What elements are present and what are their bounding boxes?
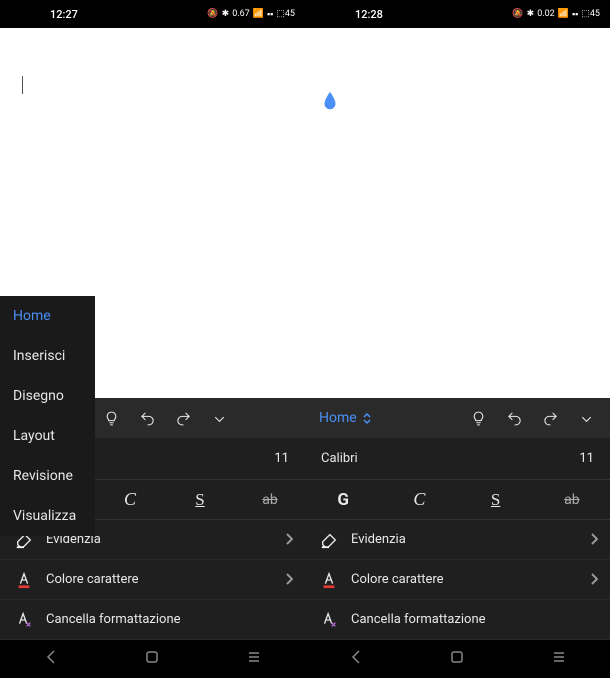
font-color-row[interactable]: Colore carattere <box>0 560 305 600</box>
system-navbar <box>0 640 610 678</box>
clear-format-label: Cancella formattazione <box>351 612 598 627</box>
sidebar-label: Visualizza <box>13 508 76 524</box>
home-button[interactable] <box>449 649 465 669</box>
status-icons-right: 🔕✱0.02📶▪▪⬚45 <box>512 9 600 20</box>
highlight-icon <box>317 531 341 549</box>
font-color-label: Colore carattere <box>46 572 285 587</box>
italic-button[interactable]: C <box>399 489 439 510</box>
sidebar-item-layout[interactable]: Layout <box>0 416 95 456</box>
font-size: 11 <box>274 451 289 466</box>
ribbon-tab-menu: Home Inserisci Disegno Layout Revisione … <box>0 296 95 536</box>
recents-button[interactable] <box>551 649 567 669</box>
recents-button[interactable] <box>246 649 262 669</box>
sidebar-item-disegno[interactable]: Disegno <box>0 376 95 416</box>
redo-button[interactable] <box>534 402 566 434</box>
sidebar-label: Home <box>13 308 51 324</box>
strike-button[interactable]: ab <box>250 492 290 508</box>
font-size: 11 <box>579 451 594 466</box>
chevron-right-icon <box>590 570 598 589</box>
clear-format-label: Cancella formattazione <box>46 612 293 627</box>
text-cursor <box>22 76 23 94</box>
tell-me-button[interactable] <box>462 402 494 434</box>
status-time-left: 12:27 <box>50 8 78 21</box>
font-color-row[interactable]: Colore carattere <box>305 560 610 600</box>
undo-button[interactable] <box>498 402 530 434</box>
updown-icon <box>363 413 371 424</box>
ribbon-tab-label: Home <box>319 410 357 426</box>
undo-button[interactable] <box>131 402 163 434</box>
more-button[interactable] <box>203 402 235 434</box>
sidebar-item-home[interactable]: Home <box>0 296 95 336</box>
status-time-right: 12:28 <box>355 8 383 21</box>
status-icons-left: 🔕✱0.67📶▪▪⬚45 <box>207 9 295 20</box>
font-row[interactable]: Calibri 11 <box>305 438 610 480</box>
italic-button[interactable]: C <box>110 489 150 510</box>
ribbon-tab-selector[interactable]: Home <box>319 410 371 426</box>
sidebar-item-revisione[interactable]: Revisione <box>0 456 95 496</box>
format-panel-right: Home Calibri 11 G C S ab Evidenzia Color <box>305 398 610 640</box>
chevron-right-icon <box>285 570 293 589</box>
bold-button[interactable]: G <box>323 490 363 510</box>
sidebar-label: Disegno <box>13 388 64 404</box>
underline-button[interactable]: S <box>180 490 220 510</box>
sidebar-label: Layout <box>13 428 55 444</box>
sidebar-label: Revisione <box>13 468 73 484</box>
sidebar-label: Inserisci <box>13 348 65 364</box>
redo-button[interactable] <box>167 402 199 434</box>
status-bar: 12:27 🔕✱0.67📶▪▪⬚45 12:28 🔕✱0.02📶▪▪⬚45 <box>0 0 610 28</box>
home-button[interactable] <box>144 649 160 669</box>
sidebar-item-inserisci[interactable]: Inserisci <box>0 336 95 376</box>
underline-button[interactable]: S <box>476 490 516 510</box>
clear-format-row[interactable]: Cancella formattazione <box>0 600 305 640</box>
selection-handle-icon[interactable] <box>320 90 340 112</box>
font-name: Calibri <box>321 451 358 466</box>
sidebar-item-visualizza[interactable]: Visualizza <box>0 496 95 536</box>
font-color-icon <box>12 571 36 589</box>
more-button[interactable] <box>570 402 602 434</box>
chevron-right-icon <box>590 530 598 549</box>
highlight-label: Evidenzia <box>351 532 590 547</box>
chevron-right-icon <box>285 530 293 549</box>
font-color-icon <box>317 571 341 589</box>
toolbar: Home <box>305 398 610 438</box>
back-button[interactable] <box>43 649 59 669</box>
clear-format-icon <box>317 611 341 629</box>
tell-me-button[interactable] <box>95 402 127 434</box>
highlight-row[interactable]: Evidenzia <box>305 520 610 560</box>
format-row: G C S ab <box>305 480 610 520</box>
clear-format-icon <box>12 611 36 629</box>
strike-button[interactable]: ab <box>552 492 592 508</box>
back-button[interactable] <box>348 649 364 669</box>
clear-format-row[interactable]: Cancella formattazione <box>305 600 610 640</box>
font-color-label: Colore carattere <box>351 572 590 587</box>
